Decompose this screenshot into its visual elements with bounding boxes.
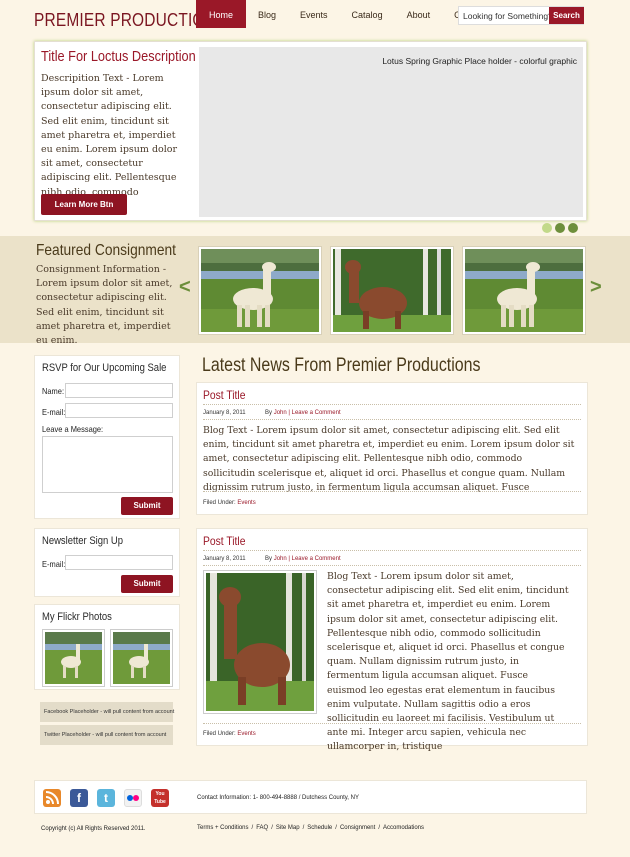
- newsletter-title: Newsletter Sign Up: [42, 535, 123, 547]
- email-field[interactable]: [65, 403, 173, 418]
- post-alpaca-photo[interactable]: [203, 570, 317, 714]
- filed-under: Filed Under: Events: [203, 731, 256, 737]
- footer-bar: f t You Tube Contact Information: 1- 800…: [34, 780, 587, 814]
- hero-graphic-label: Lotus Spring Graphic Place holder - colo…: [382, 56, 577, 66]
- alpaca-photo[interactable]: [198, 246, 322, 335]
- newsletter-widget: Newsletter Sign Up E-mail: Submit: [34, 528, 180, 597]
- slider-dot[interactable]: [542, 223, 552, 233]
- comment-link[interactable]: Leave a Comment: [292, 556, 341, 562]
- search-box: Search: [458, 6, 584, 25]
- nav-blog[interactable]: Blog: [246, 0, 288, 28]
- youtube-icon[interactable]: You Tube: [151, 789, 169, 807]
- blog-post: Post Title January 8, 2011 By John | Lea…: [196, 528, 588, 752]
- post-body: Blog Text - Lorem ipsum dolor sit amet, …: [203, 425, 575, 493]
- divider: [203, 419, 581, 420]
- rsvp-title: RSVP for Our Upcoming Sale: [42, 362, 167, 374]
- hero-graphic-placeholder: Lotus Spring Graphic Place holder - colo…: [199, 47, 583, 217]
- hero-title: Title For Loctus Description: [41, 48, 196, 65]
- nav-catalog[interactable]: Catalog: [340, 0, 395, 28]
- flickr-widget: My Flickr Photos: [34, 604, 180, 690]
- footer-link-schedule[interactable]: Schedule: [307, 825, 332, 831]
- rsvp-submit-button[interactable]: Submit: [121, 497, 173, 515]
- post-title[interactable]: Post Title: [203, 534, 245, 548]
- name-field[interactable]: [65, 383, 173, 398]
- by-label: By: [265, 556, 273, 562]
- divider: [203, 491, 581, 492]
- search-button[interactable]: Search: [549, 7, 584, 24]
- featured-description: Consignment Information - Lorem ipsum do…: [36, 264, 173, 347]
- divider: [203, 404, 581, 405]
- post-body: Blog Text - Lorem ipsum dolor sit amet, …: [327, 571, 569, 753]
- rsvp-widget: RSVP for Our Upcoming Sale Name: E-mail:…: [34, 355, 180, 519]
- category-link[interactable]: Events: [237, 500, 255, 506]
- slider-dots: [542, 223, 578, 233]
- name-label: Name:: [42, 386, 65, 396]
- copyright: Copyright (c) All Rights Reserved 2011.: [41, 826, 146, 832]
- author-link[interactable]: John: [274, 410, 287, 416]
- slider-dot[interactable]: [555, 223, 565, 233]
- chevron-left-icon[interactable]: <: [179, 276, 191, 299]
- newsletter-email-field[interactable]: [65, 555, 173, 570]
- flickr-photo[interactable]: [42, 629, 105, 687]
- newsletter-email-label: E-mail:: [42, 559, 66, 569]
- post-date: January 8, 2011: [203, 410, 246, 416]
- nav-events[interactable]: Events: [288, 0, 340, 28]
- footer-link-terms[interactable]: Terms + Conditions: [197, 825, 249, 831]
- footer-link-sitemap[interactable]: Site Map: [276, 825, 300, 831]
- filed-under: Filed Under: Events: [203, 500, 256, 506]
- footer-link-accomodations[interactable]: Accomodations: [383, 825, 424, 831]
- flickr-icon[interactable]: [124, 789, 142, 807]
- featured-consignment: Featured Consignment Consignment Informa…: [0, 236, 630, 346]
- slider-dot[interactable]: [568, 223, 578, 233]
- post-meta: January 8, 2011 By John | Leave a Commen…: [203, 556, 341, 562]
- category-link[interactable]: Events: [237, 731, 255, 737]
- contact-info: Contact Information: 1- 800-494-8888 / D…: [197, 795, 359, 801]
- divider: [203, 550, 581, 551]
- chevron-right-icon[interactable]: >: [590, 276, 602, 299]
- alpaca-photo[interactable]: [330, 246, 454, 335]
- rss-icon[interactable]: [43, 789, 61, 807]
- search-input[interactable]: [459, 7, 549, 24]
- nav-about[interactable]: About: [395, 0, 443, 28]
- twitter-placeholder: Twitter Placeholder - will pull content …: [40, 725, 173, 745]
- divider: [203, 723, 581, 724]
- post-title[interactable]: Post Title: [203, 388, 245, 402]
- post-date: January 8, 2011: [203, 556, 246, 562]
- news-heading: Latest News From Premier Productions: [202, 355, 481, 376]
- email-label: E-mail:: [42, 407, 66, 417]
- newsletter-submit-button[interactable]: Submit: [121, 575, 173, 593]
- by-label: By: [265, 410, 273, 416]
- divider: [203, 565, 581, 566]
- author-link[interactable]: John: [274, 556, 287, 562]
- flickr-title: My Flickr Photos: [42, 611, 112, 623]
- hero-description: Descripition Text - Lorem ipsum dolor si…: [41, 73, 178, 212]
- twitter-icon[interactable]: t: [97, 789, 115, 807]
- nav-home[interactable]: Home: [196, 0, 247, 28]
- footer-links: Terms + Conditions / FAQ / Site Map / Sched…: [197, 825, 425, 831]
- comment-link[interactable]: Leave a Comment: [292, 410, 341, 416]
- footer-link-consignment[interactable]: Consignment: [340, 825, 375, 831]
- facebook-placeholder: Facebook Placeholder - will pull content…: [40, 702, 174, 722]
- post-meta: January 8, 2011 By John | Leave a Commen…: [203, 410, 341, 416]
- hero-panel: Title For Loctus Description Descripitio…: [34, 41, 587, 221]
- learn-more-button[interactable]: Learn More Btn: [41, 194, 127, 215]
- main-nav: Home Blog Events Catalog About Contact: [196, 0, 497, 28]
- featured-title: Featured Consignment: [36, 242, 176, 259]
- footer-link-faq[interactable]: FAQ: [256, 825, 268, 831]
- message-label: Leave a Message:: [42, 424, 104, 434]
- flickr-photo[interactable]: [110, 629, 173, 687]
- facebook-icon[interactable]: f: [70, 789, 88, 807]
- alpaca-photo[interactable]: [462, 246, 586, 335]
- blog-post: Post Title January 8, 2011 By John | Lea…: [196, 382, 588, 515]
- message-field[interactable]: [42, 436, 173, 493]
